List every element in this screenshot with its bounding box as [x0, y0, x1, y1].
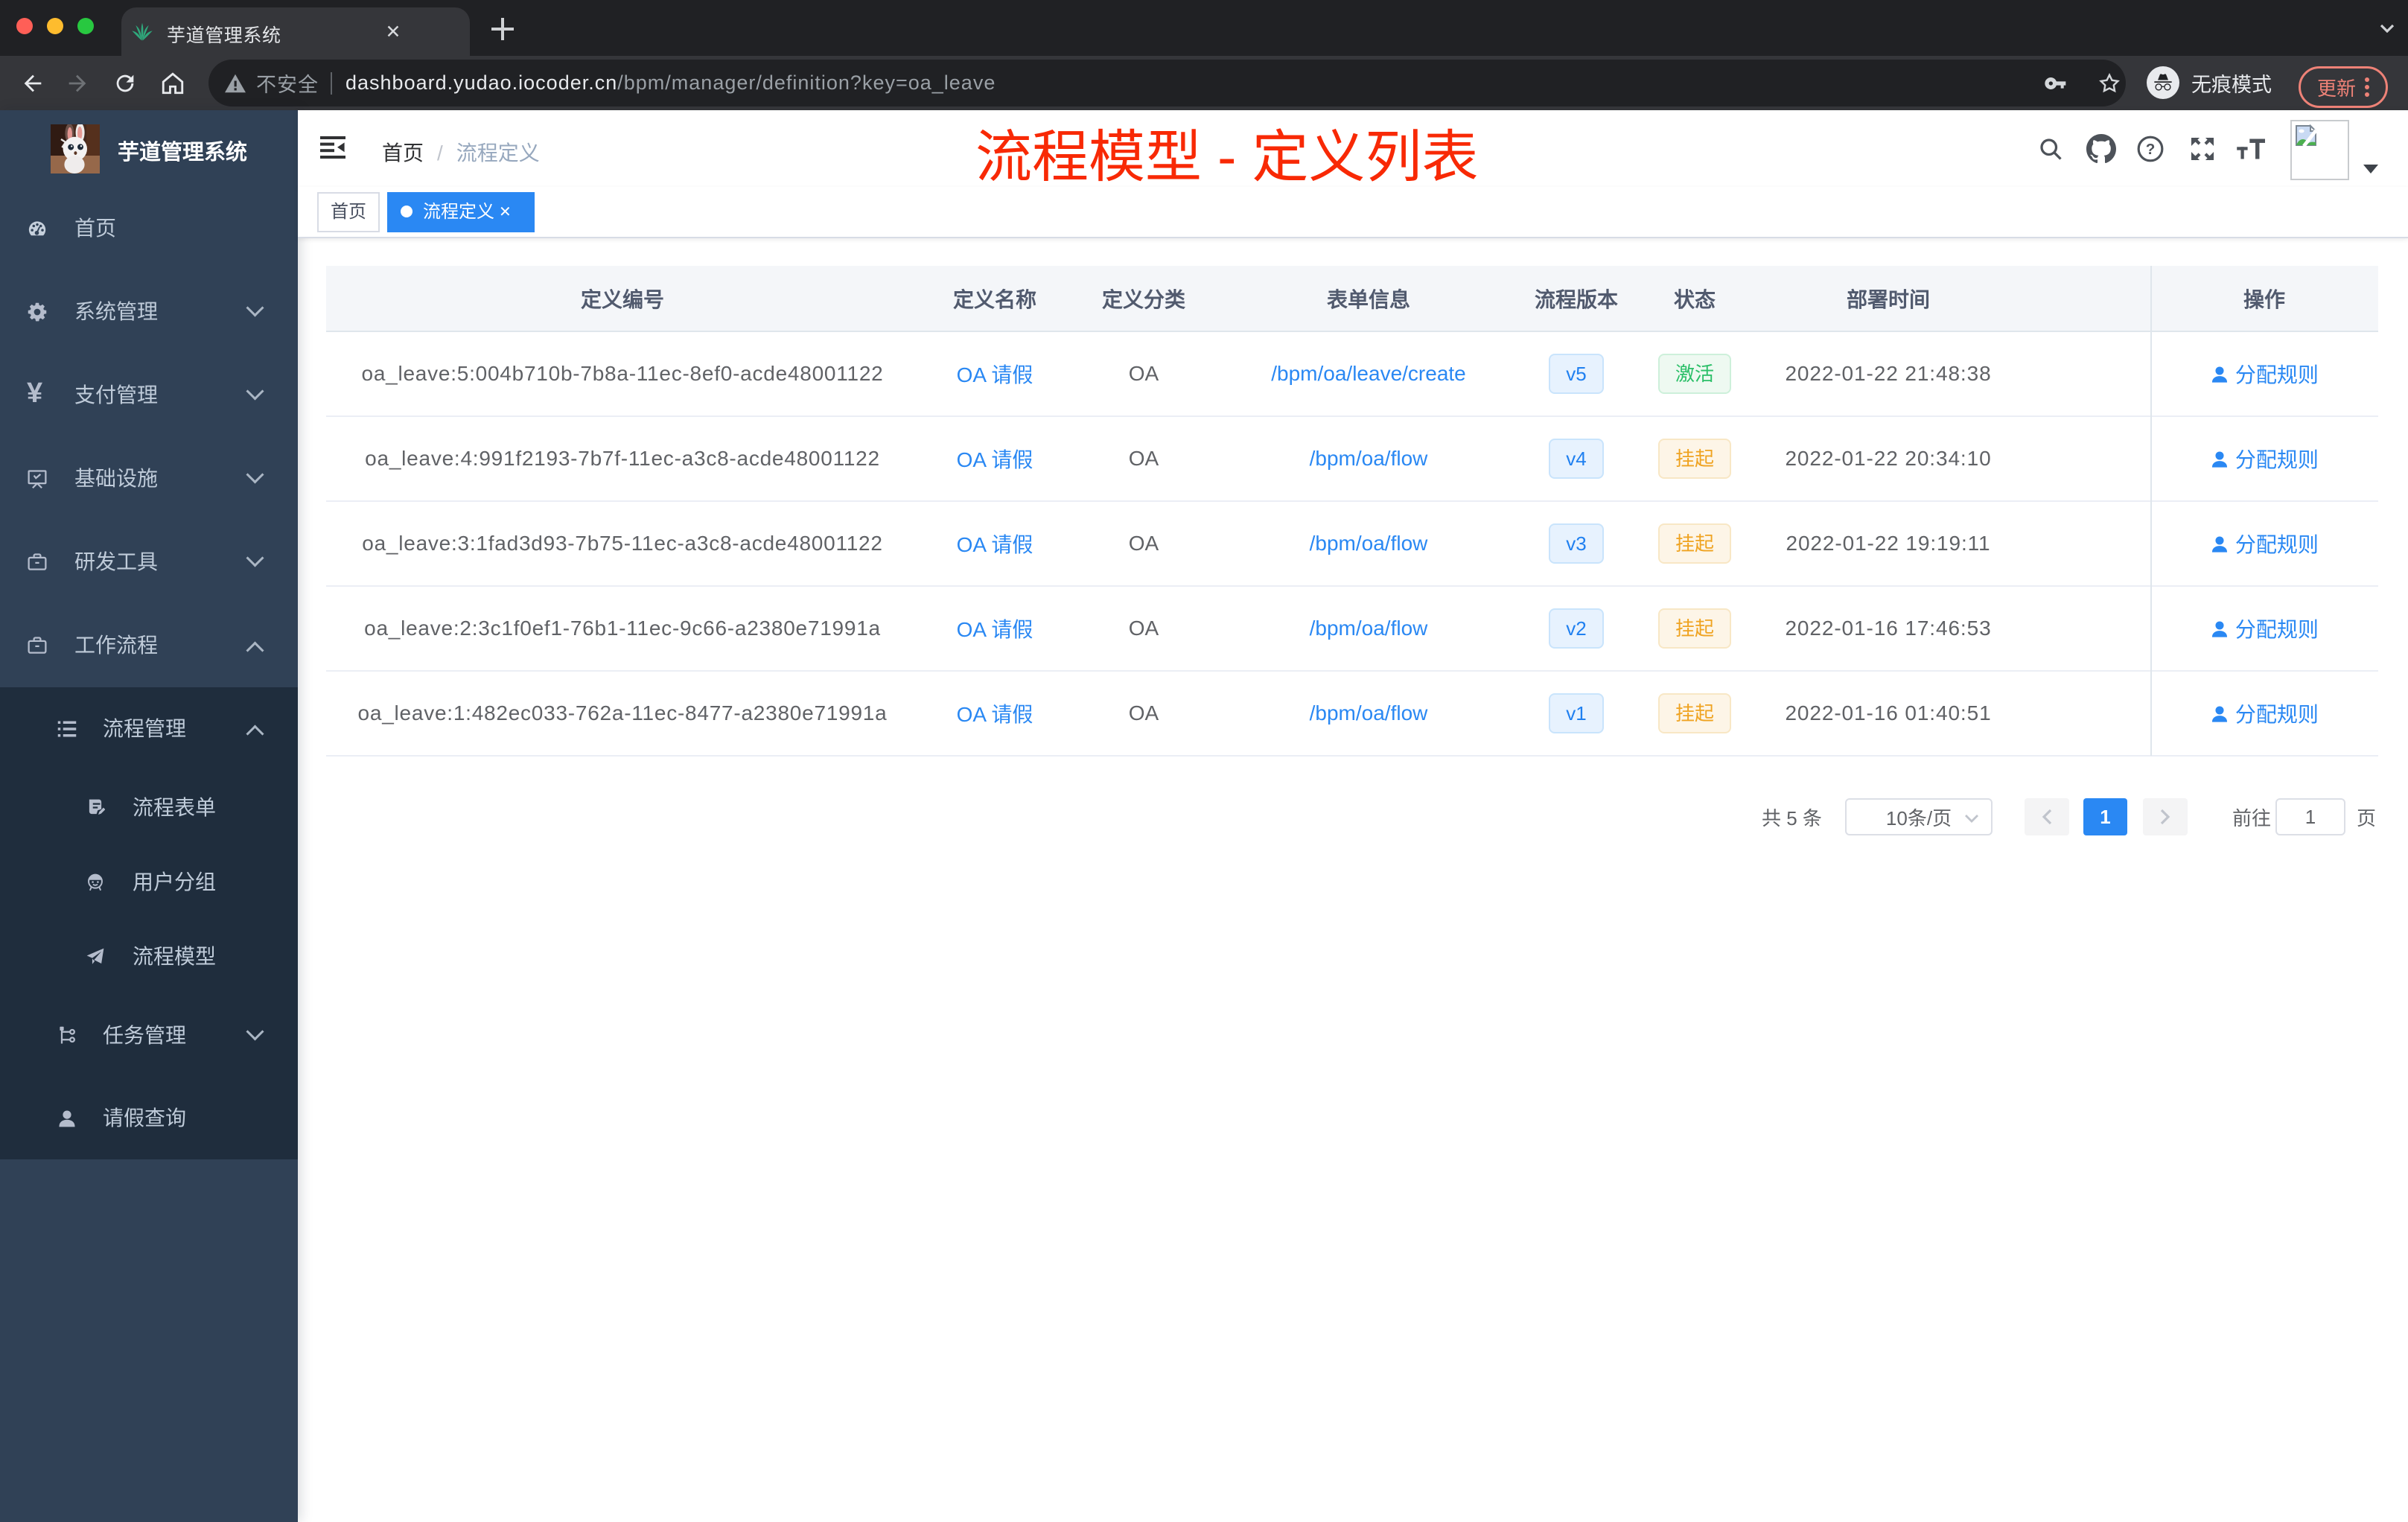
svg-text:?: ? [2146, 141, 2156, 158]
